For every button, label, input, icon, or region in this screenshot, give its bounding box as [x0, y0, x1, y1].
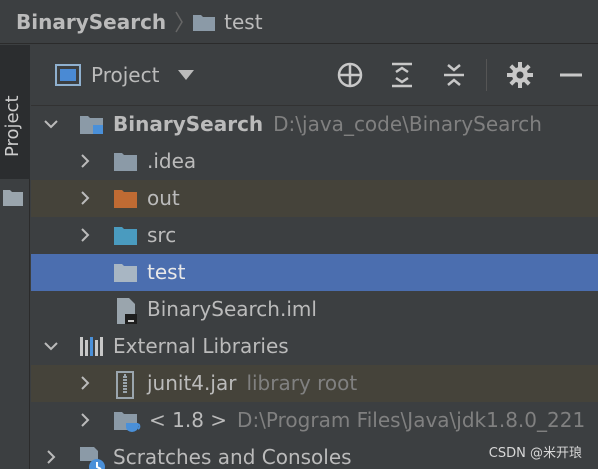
tool-window-strip: Project [0, 45, 30, 469]
excluded-folder-icon [113, 186, 139, 210]
jdk-path: D:\Program Files\Java\jdk1.8.0_221 [237, 408, 586, 432]
minimize-icon[interactable] [558, 61, 584, 89]
chevron-down-icon[interactable] [43, 116, 59, 132]
tree-row-project-root[interactable]: BinarySearch D:\java_code\BinarySearch [31, 106, 598, 143]
expand-all-icon[interactable] [389, 61, 415, 89]
tree-row-out[interactable]: out [31, 180, 598, 217]
chevron-down-icon[interactable] [43, 338, 59, 354]
locate-icon[interactable] [336, 61, 364, 89]
tree-row-src[interactable]: src [31, 217, 598, 254]
folder-icon [2, 187, 24, 211]
library-icon [79, 334, 105, 358]
chevron-right-icon[interactable] [43, 449, 59, 465]
tree-row-jdk[interactable]: < 1.8 > D:\Program Files\Java\jdk1.8.0_22… [31, 402, 598, 439]
tree-row-idea[interactable]: .idea [31, 143, 598, 180]
folder-icon [192, 12, 216, 32]
chevron-right-icon[interactable] [77, 190, 93, 206]
folder-icon [113, 260, 139, 284]
breadcrumb: BinarySearch test [0, 0, 598, 44]
project-root-name: BinarySearch [113, 112, 264, 136]
project-view-icon [55, 64, 81, 86]
breadcrumb-project[interactable]: BinarySearch [16, 10, 166, 34]
tree-label: BinarySearch.iml [147, 297, 317, 321]
tree-label: Scratches and Consoles [113, 445, 352, 469]
project-view-selector[interactable]: Project [91, 63, 159, 87]
chevron-right-icon [174, 10, 184, 34]
watermark: CSDN @米开琅 [488, 446, 582, 461]
tree-label: .idea [147, 149, 197, 173]
jdk-name: < 1.8 > [149, 408, 228, 432]
gear-icon[interactable] [506, 61, 534, 89]
chevron-right-icon[interactable] [77, 227, 93, 243]
project-root-path: D:\java_code\BinarySearch [273, 112, 542, 136]
tree-label: test [147, 260, 186, 284]
chevron-down-icon[interactable] [177, 69, 195, 81]
tree-row-iml[interactable]: BinarySearch.iml [31, 291, 598, 328]
toolbar-divider [486, 59, 487, 91]
junit-name: junit4.jar [147, 371, 237, 395]
jar-icon [115, 371, 135, 399]
project-tab-label: Project [2, 95, 23, 157]
chevron-right-icon[interactable] [77, 153, 93, 169]
chevron-right-icon[interactable] [77, 375, 93, 391]
jdk-icon [113, 408, 143, 434]
scratches-icon [79, 445, 107, 469]
module-file-icon [115, 297, 139, 325]
module-folder-icon [79, 112, 105, 136]
folder-icon [113, 149, 139, 173]
tree-label: out [147, 186, 180, 210]
tree-row-test[interactable]: test [31, 254, 598, 291]
source-folder-icon [113, 223, 139, 247]
tree-row-external-libraries[interactable]: External Libraries [31, 328, 598, 365]
collapse-all-icon[interactable] [441, 61, 467, 89]
breadcrumb-test[interactable]: test [224, 10, 262, 34]
project-toolbar: Project [31, 45, 598, 106]
tree-label: External Libraries [113, 334, 289, 358]
tree-row-junit[interactable]: junit4.jar library root [31, 365, 598, 402]
junit-hint: library root [246, 371, 358, 395]
project-tool-tab[interactable]: Project [0, 45, 30, 179]
chevron-right-icon[interactable] [77, 412, 93, 428]
tree-label: src [147, 223, 177, 247]
